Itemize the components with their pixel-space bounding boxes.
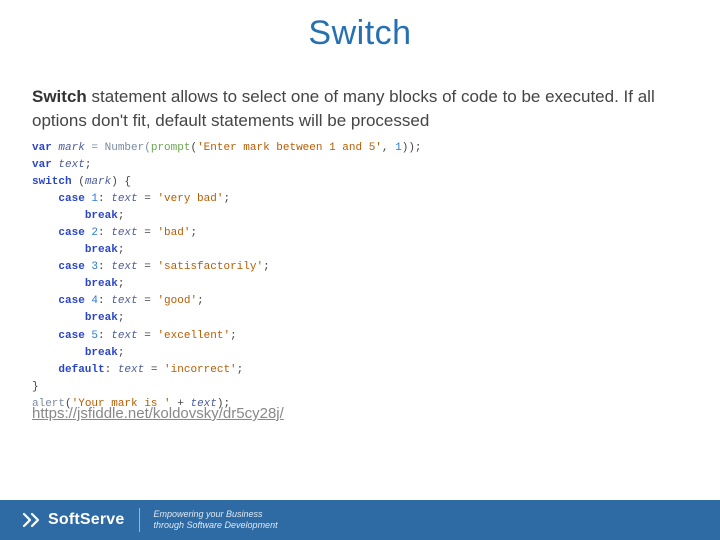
code-block: var mark = Number(prompt('Enter mark bet… xyxy=(32,140,422,413)
footer-tagline: Empowering your Business through Softwar… xyxy=(154,509,278,531)
brand-name: SoftServe xyxy=(48,511,125,529)
tagline-line-2: through Software Development xyxy=(154,520,278,531)
slide-title: Switch xyxy=(0,14,720,53)
link-anchor[interactable]: https://jsfiddle.net/koldovsky/dr5cy28j/ xyxy=(32,405,284,422)
description-text: Switch statement allows to select one of… xyxy=(32,85,688,133)
jsfiddle-link[interactable]: https://jsfiddle.net/koldovsky/dr5cy28j/ xyxy=(32,405,284,422)
chevron-icon xyxy=(22,510,42,530)
footer-divider xyxy=(139,508,140,532)
description-rest: statement allows to select one of many b… xyxy=(32,87,655,130)
footer-logo: SoftServe xyxy=(22,510,125,530)
description-bold: Switch xyxy=(32,87,87,106)
slide: Switch Switch statement allows to select… xyxy=(0,0,720,540)
footer-bar: SoftServe Empowering your Business throu… xyxy=(0,500,720,540)
tagline-line-1: Empowering your Business xyxy=(154,509,278,520)
